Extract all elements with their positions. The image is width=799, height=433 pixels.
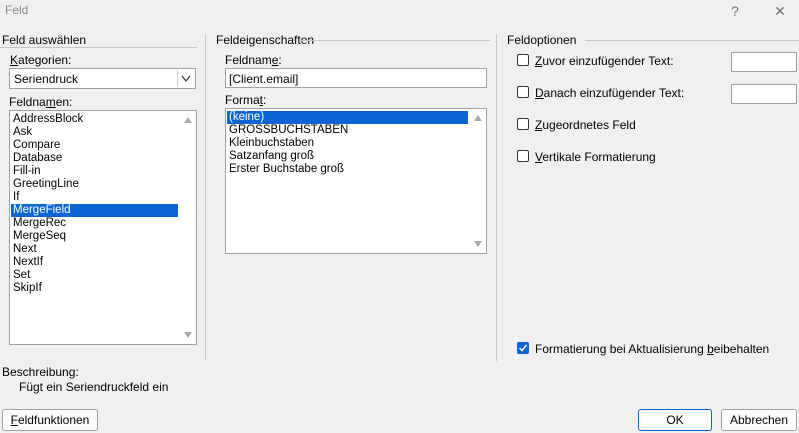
fieldname-item[interactable]: GreetingLine — [11, 178, 178, 191]
categories-dropdown[interactable]: Seriendruck — [9, 68, 196, 89]
help-icon[interactable]: ? — [720, 0, 750, 22]
format-item[interactable]: GROSSBUCHSTABEN — [227, 124, 468, 137]
fieldname-item[interactable]: Set — [11, 269, 178, 282]
scroll-up-icon[interactable] — [184, 117, 192, 123]
vertical-format-checkbox[interactable] — [517, 150, 529, 162]
fieldname-value: [Client.email] — [229, 72, 299, 86]
text-after-checkbox[interactable] — [517, 86, 529, 98]
fieldname-item[interactable]: SkipIf — [11, 282, 178, 295]
field-codes-button[interactable]: Feldfunktionen — [2, 409, 98, 431]
fieldname-item[interactable]: Database — [11, 152, 178, 165]
fieldnames-label: Feldnamen: — [9, 95, 73, 109]
categories-label: Kategorien: — [10, 53, 72, 67]
fieldname-item[interactable]: If — [11, 191, 178, 204]
fieldname-item[interactable]: Ask — [11, 126, 178, 139]
format-list[interactable]: (keine) GROSSBUCHSTABEN Kleinbuchstaben Sat… — [225, 108, 487, 254]
format-label: Format: — [225, 93, 267, 107]
title-bar — [0, 0, 799, 24]
chevron-down-icon[interactable] — [177, 70, 194, 87]
fieldname-item[interactable]: Compare — [11, 139, 178, 152]
fieldname-item[interactable]: MergeSeq — [11, 230, 178, 243]
format-item[interactable]: (keine) — [227, 111, 468, 124]
format-item[interactable]: Satzanfang groß — [227, 150, 468, 163]
divider — [496, 34, 497, 361]
fieldname-label: Feldname: — [225, 53, 282, 67]
fieldname-item[interactable]: Fill-in — [11, 165, 178, 178]
preserve-formatting-checkbox[interactable] — [517, 342, 529, 354]
text-before-input[interactable] — [731, 52, 797, 72]
format-item[interactable]: Kleinbuchstaben — [227, 137, 468, 150]
text-before-checkbox[interactable] — [517, 54, 529, 66]
close-icon[interactable]: ✕ — [765, 0, 795, 22]
checkmark-icon — [518, 344, 528, 352]
mapped-field-checkbox[interactable] — [517, 118, 529, 130]
cancel-button[interactable]: Abbrechen — [721, 409, 797, 431]
scrollbar[interactable] — [470, 109, 486, 253]
description-label: Beschreibung: — [2, 365, 79, 379]
text-before-label: Zuvor einzufügender Text: — [535, 54, 674, 68]
scroll-down-icon[interactable] — [474, 241, 482, 247]
fieldname-item[interactable]: AddressBlock — [11, 113, 178, 126]
text-after-input[interactable] — [731, 84, 797, 104]
scroll-up-icon[interactable] — [474, 115, 482, 121]
divider — [300, 40, 490, 41]
fieldname-item[interactable]: Next — [11, 243, 178, 256]
text-after-label: Danach einzufügender Text: — [535, 86, 685, 100]
divider — [205, 34, 206, 361]
scroll-down-icon[interactable] — [184, 332, 192, 338]
mapped-field-label: Zugeordnetes Feld — [535, 118, 636, 132]
fieldname-input[interactable]: [Client.email] — [225, 68, 487, 88]
fieldnames-list[interactable]: AddressBlock Ask Compare Database Fill-in Gre… — [9, 110, 197, 345]
format-item[interactable]: Erster Buchstabe groß — [227, 163, 468, 176]
fieldname-item[interactable]: NextIf — [11, 256, 178, 269]
fieldname-item[interactable]: MergeField — [11, 204, 178, 217]
select-field-title: Feld auswählen — [2, 33, 87, 47]
fieldname-item[interactable]: MergeRec — [11, 217, 178, 230]
field-options-title: Feldoptionen — [507, 33, 577, 47]
scrollbar[interactable] — [180, 111, 196, 344]
window-title: Feld — [5, 3, 29, 17]
vertical-format-label: Vertikale Formatierung — [535, 150, 656, 164]
divider — [585, 40, 799, 41]
preserve-formatting-label: Formatierung bei Aktualisierung beibehal… — [535, 342, 770, 356]
divider — [0, 47, 197, 48]
categories-value: Seriendruck — [14, 72, 79, 86]
description-text: Fügt ein Seriendruckfeld ein — [19, 380, 169, 394]
ok-button[interactable]: OK — [638, 409, 712, 431]
